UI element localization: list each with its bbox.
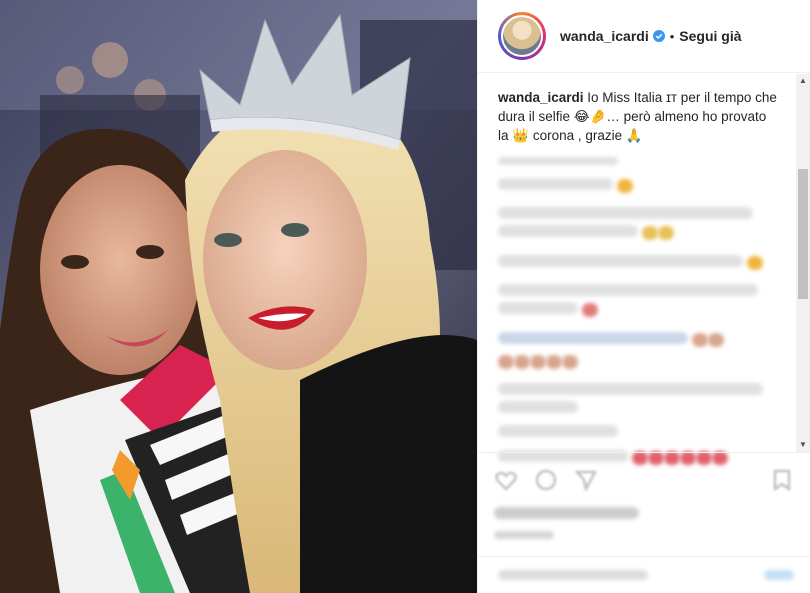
blurred-comment xyxy=(498,383,780,413)
caption-username[interactable]: wanda_icardi xyxy=(498,90,584,105)
header-username[interactable]: wanda_icardi xyxy=(560,28,649,44)
blurred-comment xyxy=(498,157,780,165)
comments-scrollbar[interactable]: ▲ ▼ xyxy=(796,74,810,452)
blurred-comment xyxy=(498,254,780,272)
caption: wanda_icardi Io Miss Italia ɪᴛ per il te… xyxy=(498,88,780,145)
add-comment-bar[interactable] xyxy=(478,556,810,592)
post-header: wanda_icardi • Segui già xyxy=(478,0,810,73)
timestamp-blurred xyxy=(494,531,554,539)
verified-badge-icon xyxy=(652,30,665,42)
separator-dot: • xyxy=(669,28,675,44)
bookmark-icon[interactable] xyxy=(770,468,794,492)
comment-icon[interactable] xyxy=(534,468,558,492)
scroll-down-arrow-icon[interactable]: ▼ xyxy=(796,438,810,452)
post-actions xyxy=(478,452,810,592)
comment-input-blurred[interactable] xyxy=(498,569,648,580)
post-comment-button-blurred[interactable] xyxy=(764,569,794,580)
avatar-story-ring[interactable] xyxy=(498,12,546,60)
post-side-panel: wanda_icardi • Segui già wanda_icardi Io… xyxy=(477,0,810,593)
likes-count-blurred xyxy=(494,507,639,519)
share-icon[interactable] xyxy=(574,468,598,492)
blurred-comment xyxy=(498,207,780,242)
post-photo[interactable] xyxy=(0,0,477,593)
blurred-comment xyxy=(498,331,780,371)
blurred-comment xyxy=(498,425,780,437)
follow-button[interactable]: Segui già xyxy=(679,28,741,44)
blurred-comment xyxy=(498,177,780,195)
avatar[interactable] xyxy=(501,15,543,57)
scrollbar-thumb[interactable] xyxy=(798,169,808,299)
heart-icon[interactable] xyxy=(494,468,518,492)
scroll-up-arrow-icon[interactable]: ▲ xyxy=(796,74,810,88)
blurred-comment xyxy=(498,284,780,319)
selfie-image xyxy=(0,0,477,593)
